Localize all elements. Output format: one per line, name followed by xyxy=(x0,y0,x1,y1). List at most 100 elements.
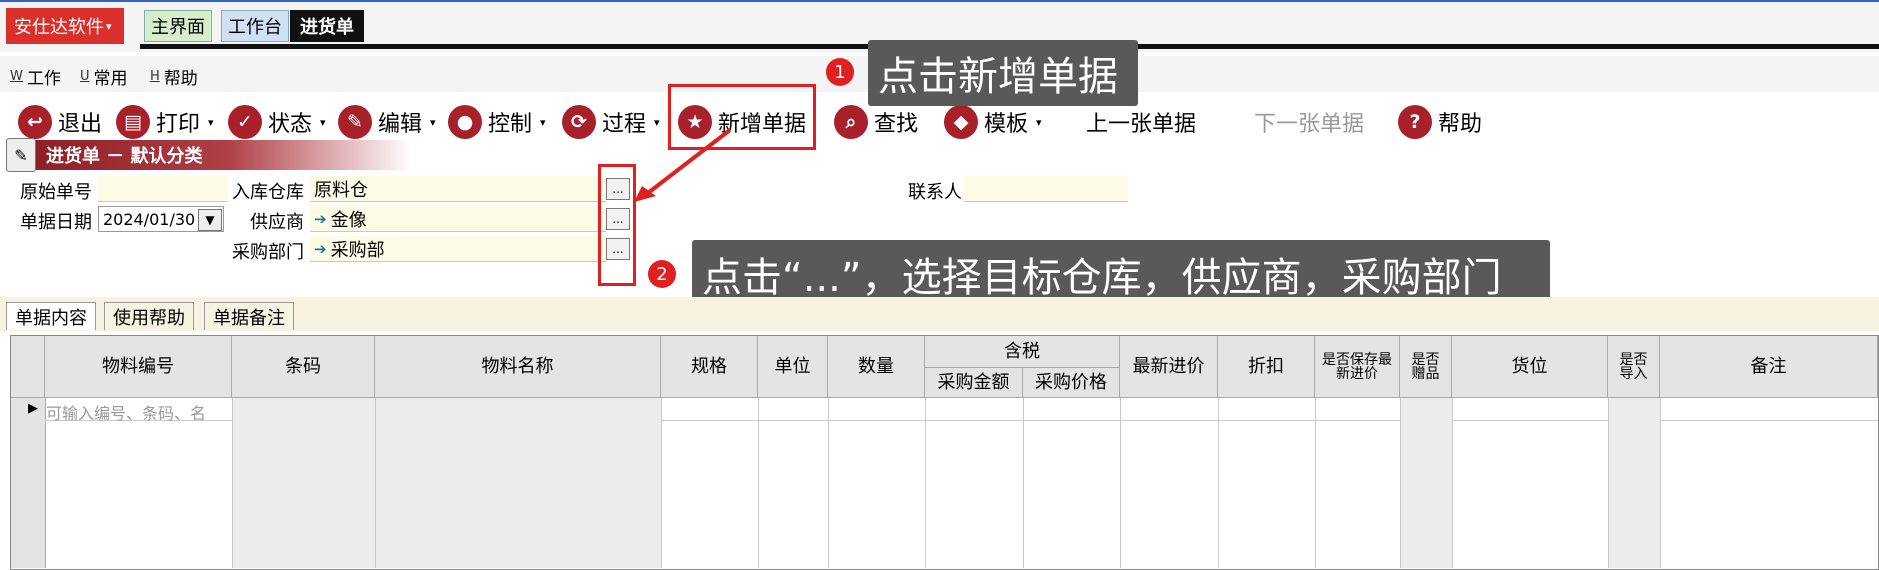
tab-doc-remarks[interactable]: 单据备注 xyxy=(204,302,294,330)
col-header-discount[interactable]: 折扣 xyxy=(1218,336,1315,398)
tab-label: 进货单 xyxy=(300,17,354,38)
col-header-import[interactable]: 是否导入 xyxy=(1608,336,1660,398)
readonly-import-column xyxy=(1608,398,1660,568)
template-label: 模板 xyxy=(984,112,1029,137)
col-divider xyxy=(828,398,829,568)
tab-label: 使用帮助 xyxy=(113,307,185,329)
user-icon: ● xyxy=(448,105,482,139)
orig-no-input[interactable] xyxy=(98,176,228,202)
col-header-qty[interactable]: 数量 xyxy=(828,336,925,398)
supplier-value: 金像 xyxy=(330,209,367,231)
readonly-gift-column xyxy=(1400,398,1452,568)
col-header-amount[interactable]: 采购金额 xyxy=(925,368,1023,398)
exit-icon: ↩ xyxy=(18,105,52,139)
prev-document-label: 上一张单据 xyxy=(1086,112,1197,137)
contact-label: 联系人 xyxy=(908,182,962,203)
dropdown-arrow-icon[interactable]: ▼ xyxy=(198,209,222,231)
readonly-columns xyxy=(232,398,661,568)
document-icon: ✎ xyxy=(6,138,36,172)
edit-button[interactable]: ✎ 编辑 ▾ xyxy=(338,102,436,142)
tab-doc-content[interactable]: 单据内容 xyxy=(6,302,96,330)
tab-label: 单据备注 xyxy=(213,307,285,329)
pencil-icon: ✎ xyxy=(338,105,372,139)
print-label: 打印 xyxy=(156,112,201,137)
exit-button[interactable]: ↩ 退出 xyxy=(18,102,102,142)
control-label: 控制 xyxy=(488,112,533,137)
col-divider xyxy=(1023,398,1024,568)
col-header-gift[interactable]: 是否赠品 xyxy=(1400,336,1452,398)
col-header-spec[interactable]: 规格 xyxy=(661,336,758,398)
tab-label: 单据内容 xyxy=(15,307,87,329)
print-button[interactable]: ▤ 打印 ▾ xyxy=(116,102,214,142)
check-icon: ✓ xyxy=(228,105,262,139)
tab-label: 工作台 xyxy=(228,17,282,38)
menu-key: U xyxy=(80,69,90,84)
warehouse-value: 原料仓 xyxy=(314,179,368,201)
col-divider xyxy=(1400,398,1401,568)
col-header-remark[interactable]: 备注 xyxy=(1660,336,1878,398)
prev-document-button[interactable]: 上一张单据 xyxy=(1086,102,1196,142)
exit-label: 退出 xyxy=(58,112,103,137)
help-button[interactable]: ? 帮助 xyxy=(1398,102,1482,142)
col-divider xyxy=(1120,398,1121,568)
question-icon: ? xyxy=(1398,105,1432,139)
col-header-price[interactable]: 采购价格 xyxy=(1023,368,1120,398)
search-icon: ⌕ xyxy=(834,105,868,139)
col-header-barcode[interactable]: 条码 xyxy=(232,336,375,398)
chevron-down-icon: ▾ xyxy=(320,115,326,129)
orig-no-label: 原始单号 xyxy=(20,182,92,203)
contact-input[interactable] xyxy=(964,176,1128,202)
menu-key: W xyxy=(10,69,23,84)
col-header-code[interactable]: 物料编号 xyxy=(45,336,232,398)
dept-value: 采购部 xyxy=(330,239,385,261)
col-divider xyxy=(1452,398,1453,568)
col-divider xyxy=(758,398,759,568)
col-header-location[interactable]: 货位 xyxy=(1452,336,1608,398)
chevron-down-icon: ▾ xyxy=(540,115,546,129)
menu-label: 帮助 xyxy=(163,69,198,89)
menu-help[interactable]: H 帮助 xyxy=(150,64,198,89)
find-label: 查找 xyxy=(874,112,919,137)
row-header-column xyxy=(11,398,46,568)
col-header-unit[interactable]: 单位 xyxy=(758,336,828,398)
brand-menu-button[interactable]: 安仕达软件 ▾ xyxy=(6,8,124,44)
status-label: 状态 xyxy=(268,112,313,137)
step-badge-2: 2 xyxy=(648,260,676,288)
menu-label: 工作 xyxy=(26,69,61,89)
col-divider xyxy=(661,398,662,568)
col-divider xyxy=(375,398,376,568)
control-button[interactable]: ● 控制 ▾ xyxy=(448,102,546,142)
tab-purchase-order[interactable]: 进货单 xyxy=(290,10,364,42)
chevron-down-icon: ▾ xyxy=(430,115,436,129)
col-divider xyxy=(232,398,233,568)
row-header-corner xyxy=(11,336,45,398)
callout-step-1: 点击新增单据 xyxy=(868,40,1138,106)
chevron-down-icon: ▾ xyxy=(208,115,214,129)
supplier-label: 供应商 xyxy=(250,212,304,233)
col-header-last-price[interactable]: 最新进价 xyxy=(1120,336,1218,398)
status-button[interactable]: ✓ 状态 ▾ xyxy=(228,102,326,142)
current-row-indicator-icon: ▶ xyxy=(28,401,38,416)
find-button[interactable]: ⌕ 查找 xyxy=(834,102,918,142)
arrow-right-icon: ➔ xyxy=(314,239,327,258)
printer-icon: ▤ xyxy=(116,105,150,139)
warehouse-field[interactable]: 原料仓 xyxy=(310,176,606,202)
menu-work[interactable]: W 工作 xyxy=(10,64,61,89)
supplier-field[interactable]: ➔ 金像 xyxy=(310,206,606,232)
eraser-icon: ◆ xyxy=(944,105,978,139)
tab-workbench[interactable]: 工作台 xyxy=(221,10,289,42)
tab-main[interactable]: 主界面 xyxy=(144,10,212,42)
col-header-name[interactable]: 物料名称 xyxy=(375,336,661,398)
document-title: 进货单 － 默认分类 xyxy=(46,146,203,167)
code-input-placeholder[interactable]: 可输入编号、条码、名 xyxy=(46,400,232,424)
menu-key: H xyxy=(150,69,160,84)
dept-label: 采购部门 xyxy=(232,242,304,263)
col-header-save-last[interactable]: 是否保存最新进价 xyxy=(1315,336,1400,398)
tab-usage-help[interactable]: 使用帮助 xyxy=(104,302,194,330)
arrow-right-icon: ➔ xyxy=(314,209,327,228)
template-button[interactable]: ◆ 模板 ▾ xyxy=(944,102,1042,142)
menu-common[interactable]: U 常用 xyxy=(80,64,128,89)
menu-label: 常用 xyxy=(93,69,128,89)
dept-field[interactable]: ➔ 采购部 xyxy=(310,236,606,262)
next-document-button[interactable]: 下一张单据 xyxy=(1254,102,1364,142)
